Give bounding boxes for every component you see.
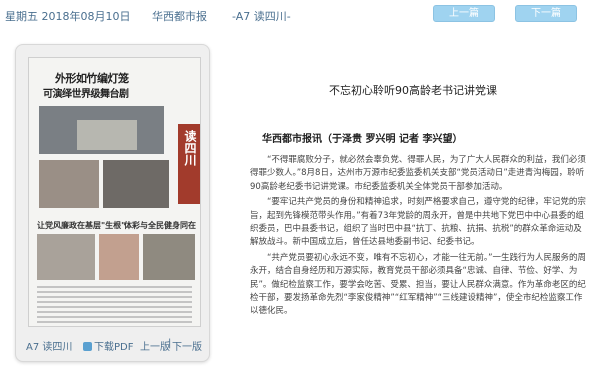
prev-page-link[interactable]: 上一版 [140, 338, 170, 353]
article-byline: 华西都市报讯（于泽贵 罗兴明 记者 李兴望） [262, 134, 463, 145]
thumb-text-block [37, 286, 192, 326]
page-link-separator: | [168, 338, 172, 349]
panel-footer: A7 读四川 下载PDF 上一版 | 下一版 [16, 335, 211, 355]
thumb-headline-2: 可演绎世界级舞台剧 [43, 89, 129, 100]
prev-article-button[interactable]: 上一篇 [433, 5, 495, 22]
article-paragraph: “要牢记共产党员的身份和精神追求，时刻严格要求自己，遵守党的纪律，牢记党的宗旨，… [250, 197, 586, 248]
thumb-photo-left [39, 160, 99, 208]
thumb-photo-bottom-left [37, 234, 95, 280]
thumb-section-stripe: 读四川 [178, 124, 200, 204]
next-page-link[interactable]: 下一版 [172, 338, 202, 353]
next-article-button[interactable]: 下一篇 [515, 5, 577, 22]
thumb-photo-building [77, 120, 137, 150]
thumb-photo-bottom-mid [99, 234, 139, 280]
issue-date: 星期五 2018年08月10日 [5, 10, 131, 23]
article-title: 不忘初心聆听90高龄老书记讲党课 [329, 84, 497, 97]
newspaper-name[interactable]: 华西都市报 [152, 8, 207, 24]
thumb-section-label: 读四川 [183, 130, 197, 166]
thumb-headline-1: 外形如竹编灯笼 [55, 72, 129, 85]
article-paragraph: “共产党员要初心永远不变，唯有不忘初心，才能一往无前。”一生践行为人民服务的周永… [250, 252, 587, 317]
next-article-label: 下一篇 [531, 8, 561, 19]
thumb-photo-mid [103, 160, 169, 208]
download-pdf-label: 下载PDF [94, 342, 134, 353]
thumb-subheadline-2: 体彩与全民健身同在 [124, 221, 196, 230]
page-thumbnail-panel: 外形如竹编灯笼 可演绎世界级舞台剧 读四川 让党风廉政在基层"生根" 体彩与全民… [15, 44, 210, 362]
article-paragraph: “不得罪腐败分子，就必然会辜负党、得罪人民，为了广大人民群众的利益，我们必须得罪… [250, 155, 586, 192]
thumb-photo-bottom-right [143, 234, 195, 280]
prev-article-label: 上一篇 [449, 8, 479, 19]
edition-name[interactable]: -A7 读四川- [232, 8, 291, 24]
edition-label-link[interactable]: A7 读四川 [26, 338, 72, 353]
top-bar: 星期五 2018年08月10日 华西都市报 -A7 读四川- 上一篇 下一篇 [0, 0, 600, 30]
download-icon [83, 342, 92, 351]
thumb-subheadline-1: 让党风廉政在基层"生根" [37, 221, 126, 230]
page-thumbnail[interactable]: 外形如竹编灯笼 可演绎世界级舞台剧 读四川 让党风廉政在基层"生根" 体彩与全民… [28, 57, 201, 327]
article-body: “不得罪腐败分子，就必然会辜负党、得罪人民，为了广大人民群众的利益，我们必须得罪… [250, 154, 590, 321]
download-pdf-link[interactable]: 下载PDF [83, 338, 133, 353]
article-content: 不忘初心聆听90高龄老书记讲党课 华西都市报讯（于泽贵 罗兴明 记者 李兴望） … [232, 44, 594, 366]
